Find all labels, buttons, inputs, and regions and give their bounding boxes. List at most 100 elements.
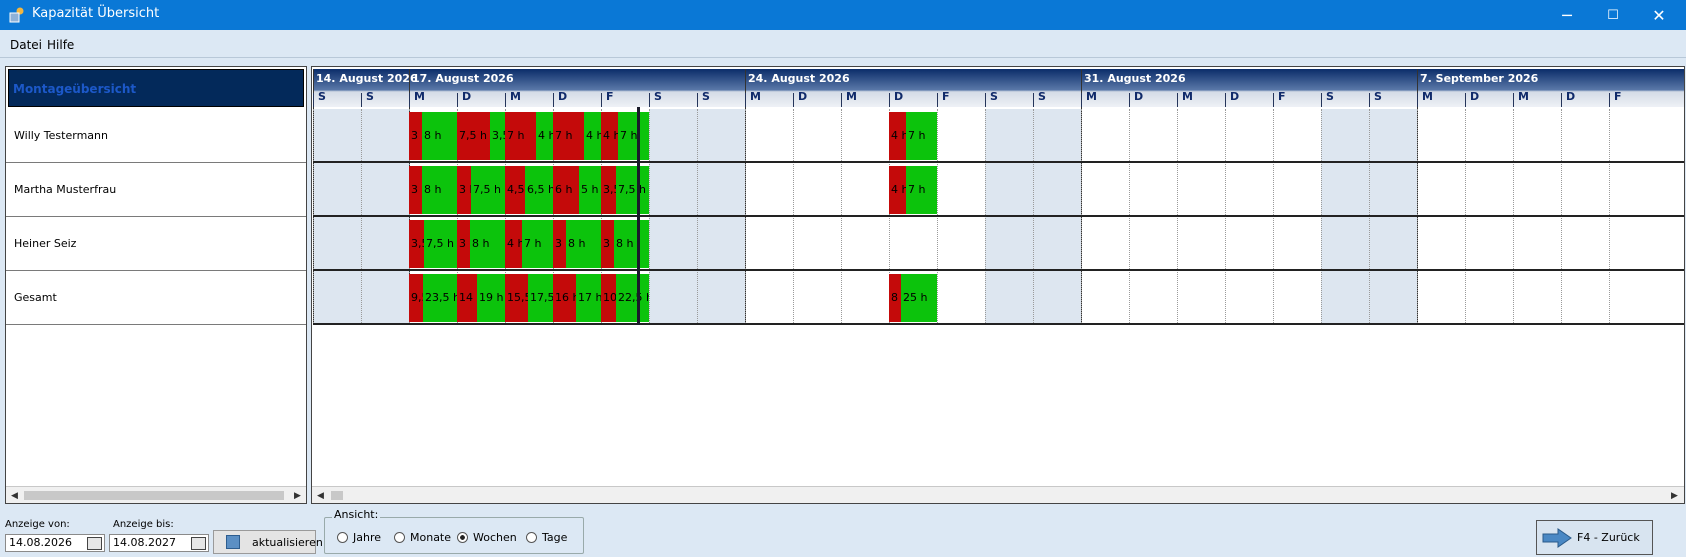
free-bar[interactable]: 6,5 h <box>525 166 553 214</box>
busy-bar[interactable]: 3,5 <box>601 166 616 214</box>
list-item[interactable]: Willy Testermann <box>6 109 306 163</box>
busy-bar[interactable]: 9,5 <box>409 274 423 322</box>
minimize-button[interactable]: ─ <box>1544 0 1590 30</box>
to-date-label: Anzeige bis: <box>113 519 174 530</box>
free-bar[interactable]: 19 h <box>477 274 505 322</box>
day-tick <box>1417 93 1418 107</box>
free-bar[interactable]: 22,5 h <box>616 274 649 322</box>
busy-bar[interactable]: 4 h <box>505 220 522 268</box>
busy-bar[interactable]: 7,5 h <box>457 112 490 160</box>
busy-bar[interactable]: 6 h <box>553 166 579 214</box>
busy-bar[interactable]: 4 h <box>601 112 618 160</box>
busy-bar[interactable]: 4 h <box>889 166 906 214</box>
calendar-icon[interactable] <box>191 537 206 550</box>
day-tick <box>985 93 986 107</box>
list-item[interactable]: Martha Musterfrau <box>6 163 306 217</box>
free-bar[interactable]: 4 h <box>584 112 601 160</box>
free-bar[interactable]: 3,5 <box>490 112 505 160</box>
weekend-column <box>1321 109 1369 325</box>
menu-hilfe[interactable]: Hilfe <box>47 38 74 52</box>
calendar-icon[interactable] <box>87 537 102 550</box>
free-bar[interactable]: 8 h <box>614 220 649 268</box>
day-label: F <box>942 90 950 103</box>
day-label: S <box>318 90 326 103</box>
from-date-value: 14.08.2026 <box>9 536 72 549</box>
day-gridline <box>649 109 650 325</box>
capacity-gantt[interactable]: 14. August 2026 17. August 2026 24. August… <box>313 69 1684 489</box>
free-bar[interactable]: 5 h <box>579 166 601 214</box>
radio-tage[interactable] <box>526 532 537 543</box>
busy-bar[interactable]: 3 h <box>601 220 614 268</box>
day-label: M <box>1182 90 1193 103</box>
week-label: 24. August 2026 <box>748 72 850 85</box>
back-label: F4 - Zurück <box>1577 531 1640 544</box>
busy-bar[interactable]: 16 h <box>553 274 576 322</box>
day-tick <box>697 93 698 107</box>
scroll-left-icon[interactable]: ◀ <box>6 487 23 504</box>
list-item[interactable]: Heiner Seiz <box>6 217 306 271</box>
weekend-column <box>361 109 409 325</box>
gantt-horizontal-scrollbar[interactable]: ◀ ▶ <box>312 486 1684 503</box>
busy-bar[interactable]: 3,5 <box>409 220 424 268</box>
close-button[interactable]: ✕ <box>1636 0 1682 30</box>
scroll-right-icon[interactable]: ▶ <box>289 487 306 504</box>
free-bar[interactable]: 7 h <box>906 166 937 214</box>
radio-monate[interactable] <box>394 532 405 543</box>
day-tick <box>793 93 794 107</box>
free-bar[interactable]: 8 h <box>566 220 601 268</box>
busy-bar[interactable]: 15,5 <box>505 274 528 322</box>
scroll-left-icon[interactable]: ◀ <box>312 487 329 503</box>
weekend-column <box>1033 109 1081 325</box>
busy-bar[interactable]: 14 h <box>457 274 477 322</box>
day-tick <box>553 93 554 107</box>
maximize-button[interactable]: ☐ <box>1590 0 1636 30</box>
free-bar[interactable]: 8 h <box>422 112 457 160</box>
scroll-thumb[interactable] <box>331 491 343 500</box>
radio-jahre[interactable] <box>337 532 348 543</box>
free-bar[interactable]: 7,5 h <box>471 166 505 214</box>
free-bar[interactable]: 7 h <box>618 112 649 160</box>
refresh-button[interactable]: aktualisieren <box>213 530 323 554</box>
free-bar[interactable]: 17,5 <box>528 274 553 322</box>
radio-wochen[interactable] <box>457 532 468 543</box>
free-bar[interactable]: 8 h <box>422 166 457 214</box>
left-horizontal-scrollbar[interactable]: ◀ ▶ <box>6 486 306 503</box>
free-bar[interactable]: 7 h <box>522 220 553 268</box>
busy-bar[interactable]: 3 h <box>409 166 422 214</box>
free-bar[interactable]: 7,5 h <box>616 166 649 214</box>
row-separator <box>313 161 1684 163</box>
busy-bar[interactable]: 3 h <box>553 220 566 268</box>
free-bar[interactable]: 25 h <box>901 274 937 322</box>
day-tick <box>409 93 410 107</box>
day-tick <box>1177 93 1178 107</box>
busy-bar[interactable]: 3 h <box>457 220 470 268</box>
day-label: M <box>510 90 521 103</box>
busy-bar[interactable]: 7 h <box>553 112 584 160</box>
busy-bar[interactable]: 3 h <box>409 112 422 160</box>
busy-bar[interactable]: 4 h <box>889 112 906 160</box>
week-label: 31. August 2026 <box>1084 72 1186 85</box>
busy-bar[interactable]: 8 h <box>889 274 901 322</box>
busy-bar[interactable]: 3 h <box>457 166 471 214</box>
free-bar[interactable]: 7 h <box>906 112 937 160</box>
row-separator <box>313 215 1684 217</box>
day-label: D <box>462 90 472 103</box>
list-item[interactable]: Gesamt <box>6 271 306 325</box>
free-bar[interactable]: 8 h <box>470 220 505 268</box>
back-button[interactable]: F4 - Zurück <box>1536 520 1653 555</box>
free-bar[interactable]: 23,5 h <box>423 274 457 322</box>
scroll-thumb[interactable] <box>24 491 284 500</box>
menu-datei[interactable]: Datei <box>10 38 42 52</box>
day-label: S <box>1326 90 1334 103</box>
radio-label: Monate <box>410 531 452 544</box>
scroll-right-icon[interactable]: ▶ <box>1666 487 1683 503</box>
free-bar[interactable]: 4 h <box>536 112 553 160</box>
free-bar[interactable]: 7,5 h <box>424 220 457 268</box>
free-bar[interactable]: 17 h <box>576 274 601 322</box>
busy-bar[interactable]: 10,5 <box>601 274 616 322</box>
day-label: D <box>1470 90 1480 103</box>
day-tick <box>1225 93 1226 107</box>
busy-bar[interactable]: 4,5 <box>505 166 525 214</box>
day-label: D <box>894 90 904 103</box>
busy-bar[interactable]: 7 h <box>505 112 536 160</box>
